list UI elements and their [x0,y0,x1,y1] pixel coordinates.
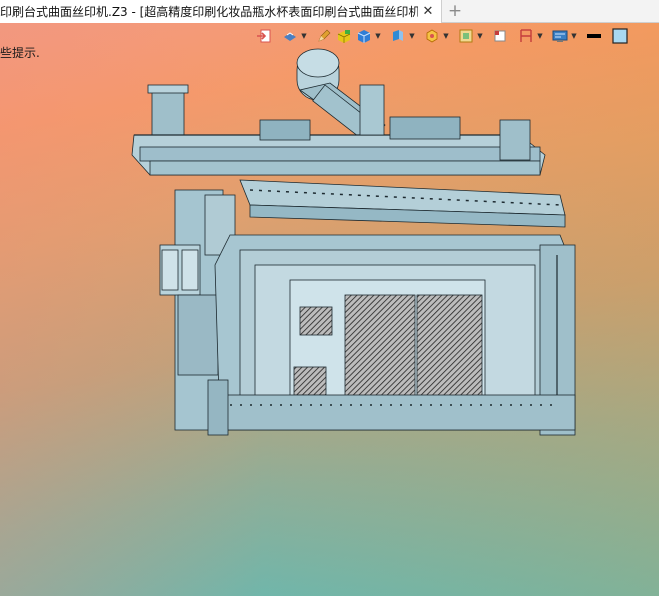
section-view-dropdown-icon[interactable]: ▼ [442,26,450,46]
document-tab[interactable]: 印刷台式曲面丝印机.Z3 - [超高精度印刷化妆品瓶水杯表面印刷台式曲面丝印机]… [0,0,442,23]
pencil-icon[interactable] [314,26,334,46]
cube-view-icon[interactable] [354,26,374,46]
exit-view-icon[interactable] [254,26,274,46]
fit-icon[interactable] [490,26,510,46]
hint-text: 些提示. [0,46,40,60]
dimension-dropdown-icon[interactable]: ▼ [536,26,544,46]
shaded-box-icon[interactable] [334,26,354,46]
display-icon[interactable] [550,26,570,46]
document-tab-title: 印刷台式曲面丝印机.Z3 - [超高精度印刷化妆品瓶水杯表面印刷台式曲面丝印机] [0,5,418,19]
color-black-icon[interactable] [584,26,604,46]
display-dropdown-icon[interactable]: ▼ [570,26,578,46]
new-tab-icon[interactable]: + [442,0,468,22]
frame-dropdown-icon[interactable]: ▼ [476,26,484,46]
view-orient-icon[interactable] [388,26,408,46]
view-orient-dropdown-icon[interactable]: ▼ [408,26,416,46]
section-view-icon[interactable] [422,26,442,46]
document-tab-bar: 印刷台式曲面丝印机.Z3 - [超高精度印刷化妆品瓶水杯表面印刷台式曲面丝印机]… [0,0,659,23]
cube-view-dropdown-icon[interactable]: ▼ [374,26,382,46]
machine-model[interactable] [120,45,590,445]
frame-icon[interactable] [456,26,476,46]
render-mode-icon[interactable] [280,26,300,46]
dimension-icon[interactable] [516,26,536,46]
view-toolbar: ▼ ▼ ▼ ▼ ▼ ▼ ▼ [254,26,630,46]
3d-viewport[interactable]: 印刷台式曲面丝印机.Z3 - [超高精度印刷化妆品瓶水杯表面印刷台式曲面丝印机]… [0,0,659,596]
color-cyan-icon[interactable] [610,26,630,46]
close-tab-icon[interactable]: ✕ [420,4,436,20]
render-mode-dropdown-icon[interactable]: ▼ [300,26,308,46]
